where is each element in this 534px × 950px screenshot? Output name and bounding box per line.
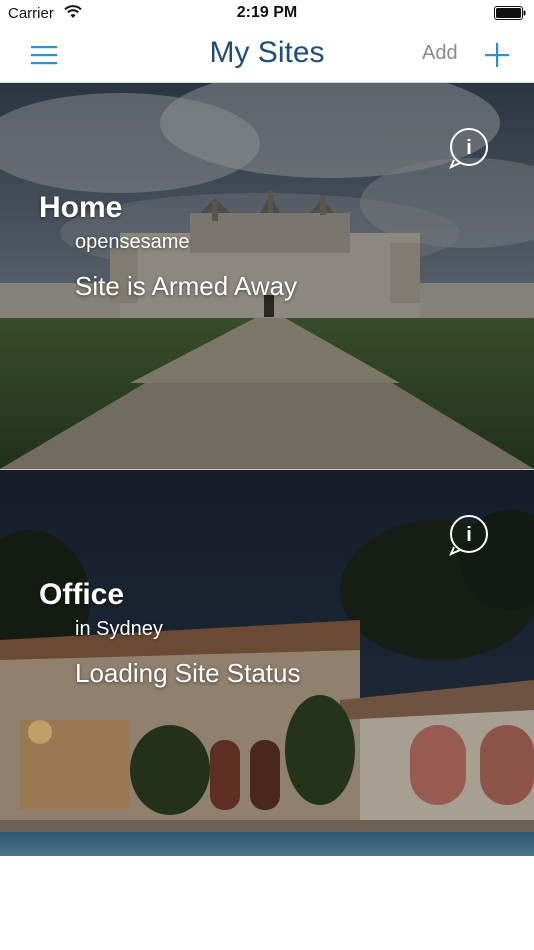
site-name: Office: [39, 578, 125, 611]
site-subtitle: in Sydney: [75, 618, 163, 640]
site-subtitle: opensesame: [75, 231, 190, 253]
site-status: Loading Site Status: [75, 658, 301, 688]
add-site-button[interactable]: [480, 38, 514, 72]
info-button[interactable]: i: [448, 127, 490, 169]
site-card-office[interactable]: i Office in Sydney Loading Site Status: [0, 470, 534, 856]
battery-icon: [494, 6, 526, 20]
site-card-home[interactable]: i Home opensesame Site is Armed Away: [0, 83, 534, 469]
site-status: Site is Armed Away: [75, 271, 298, 301]
plus-icon: [485, 43, 509, 67]
site-name: Home: [39, 191, 123, 224]
info-button[interactable]: i: [448, 514, 490, 556]
status-time: 2:19 PM: [236, 4, 298, 21]
svg-text:i: i: [466, 524, 472, 546]
svg-text:i: i: [466, 137, 472, 159]
navigation-bar: My Sites Add: [0, 28, 534, 83]
add-label[interactable]: Add: [422, 42, 458, 65]
status-bar: Carrier 2:19 PM: [0, 0, 534, 28]
